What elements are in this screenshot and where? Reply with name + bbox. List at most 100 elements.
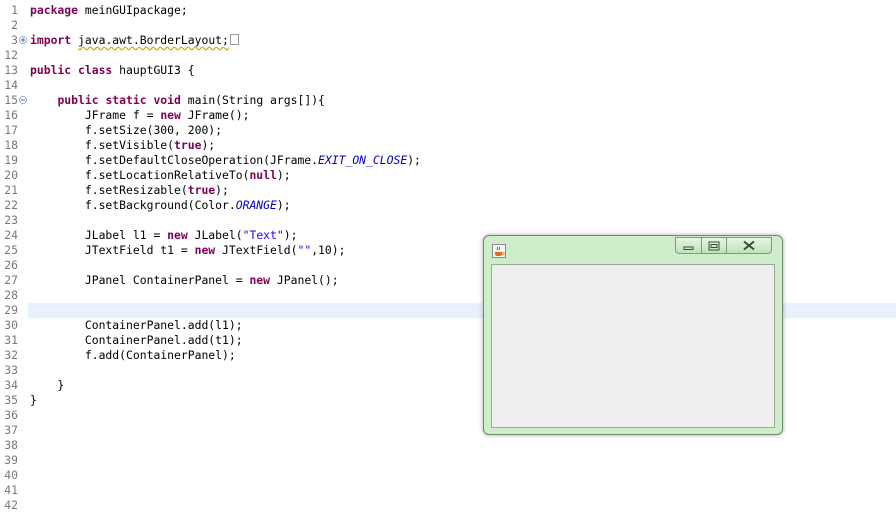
fold-expand-icon[interactable] (19, 36, 27, 44)
static-field-token: ORANGE (235, 198, 277, 212)
line-number: 39 (4, 453, 18, 467)
code-line[interactable]: 13 public class hauptGUI3 { (0, 63, 896, 78)
code-line[interactable]: 15 public static void main(String args[]… (0, 93, 896, 108)
line-number: 15 (4, 93, 18, 107)
code-text: JFrame f = new JFrame(); (30, 108, 250, 123)
code-line[interactable]: 17 f.setSize(300, 200); (0, 123, 896, 138)
keyword-token: new (194, 243, 216, 257)
code-line[interactable]: 16 JFrame f = new JFrame(); (0, 108, 896, 123)
line-number: 40 (4, 468, 18, 482)
close-button[interactable] (727, 237, 772, 254)
code-text: package meinGUIpackage; (30, 3, 188, 18)
line-number: 13 (4, 63, 18, 77)
code-line[interactable]: 14 (0, 78, 896, 93)
line-number: 28 (4, 288, 18, 302)
fold-collapse-icon[interactable] (19, 96, 27, 104)
keyword-token: true (174, 138, 202, 152)
code-line[interactable]: 41 (0, 483, 896, 498)
code-token: JTextField( (215, 243, 298, 257)
keyword-token: true (187, 183, 216, 197)
line-number: 17 (4, 123, 18, 137)
code-text: } (30, 378, 64, 393)
code-line[interactable]: 19 f.setDefaultCloseOperation(JFrame.EXI… (0, 153, 896, 168)
code-token: args (270, 93, 298, 107)
code-text: ContainerPanel.add(l1); (30, 318, 243, 333)
line-number: 29 (4, 303, 18, 317)
java-frame-window[interactable] (483, 235, 783, 435)
line-number: 2 (11, 18, 18, 32)
line-number: 25 (4, 243, 18, 257)
code-token: = (139, 108, 161, 122)
code-line[interactable]: 21 f.setResizable(true); (0, 183, 896, 198)
code-token: ,10); (311, 243, 346, 257)
code-line[interactable]: 40 (0, 468, 896, 483)
code-line[interactable]: 3 import java.awt.BorderLayout; (0, 33, 896, 48)
line-number: 23 (4, 213, 18, 227)
code-token: f.setBackground(Color. (30, 198, 236, 212)
code-line[interactable]: 22 f.setBackground(Color.ORANGE); (0, 198, 896, 213)
code-token: ); (276, 198, 291, 212)
code-text: public static void main(String args[]){ (30, 93, 325, 108)
code-token: []){ (297, 93, 325, 107)
maximize-button[interactable] (702, 237, 727, 254)
line-number: 19 (4, 153, 18, 167)
static-field-token: EXIT_ON_CLOSE (318, 153, 408, 167)
line-number: 27 (4, 273, 18, 287)
line-number: 38 (4, 438, 18, 452)
code-line[interactable]: 20 f.setLocationRelativeTo(null); (0, 168, 896, 183)
code-token: ContainerPanel.add(l1); (30, 318, 243, 332)
code-text: f.setVisible(true); (30, 138, 215, 153)
line-number: 31 (4, 333, 18, 347)
code-token: JLabel l1 = (30, 228, 168, 242)
code-line[interactable]: 12 (0, 48, 896, 63)
code-text: JPanel ContainerPanel = new JPanel(); (30, 273, 339, 288)
code-token: f (132, 108, 140, 122)
code-token: meinGUIpackage; (84, 3, 188, 17)
code-token: f.setResizable( (30, 183, 188, 197)
code-token: java.awt.BorderLayout; (78, 33, 229, 47)
code-line[interactable]: 38 (0, 438, 896, 453)
minimize-button[interactable] (675, 237, 702, 254)
code-token: ); (201, 138, 216, 152)
keyword-token: public class (30, 63, 113, 77)
code-line[interactable]: 2 (0, 18, 896, 33)
code-text: f.setBackground(Color.ORANGE); (30, 198, 291, 213)
code-line[interactable]: 18 f.setVisible(true); (0, 138, 896, 153)
keyword-token: new (249, 273, 271, 287)
line-number: 3 (11, 33, 18, 47)
code-token: f.setSize(300, 200); (30, 123, 223, 137)
line-number: 32 (4, 348, 18, 362)
keyword-token: public static void (57, 93, 181, 107)
code-token: } (30, 393, 37, 407)
string-token: "" (297, 243, 312, 257)
code-token: ); (283, 228, 298, 242)
code-token: JTextField t1 = (30, 243, 195, 257)
code-text: f.setDefaultCloseOperation(JFrame.EXIT_O… (30, 153, 421, 168)
code-token: ); (215, 183, 229, 197)
code-text: } (30, 393, 37, 408)
code-text: JTextField t1 = new JTextField("",10); (30, 243, 346, 258)
keyword-token: package (30, 3, 79, 17)
code-line[interactable]: 42 (0, 498, 896, 513)
line-number: 14 (4, 78, 18, 92)
code-token: f.setLocationRelativeTo( (30, 168, 250, 182)
line-number: 36 (4, 408, 18, 422)
code-line[interactable]: 39 (0, 453, 896, 468)
code-text: public class hauptGUI3 { (30, 63, 195, 78)
code-token: f.add(ContainerPanel); (30, 348, 236, 362)
code-token: JFrame (30, 108, 133, 122)
line-number: 41 (4, 483, 18, 497)
code-line[interactable]: 23 (0, 213, 896, 228)
java-cup-icon[interactable] (492, 243, 506, 258)
code-token: ); (276, 168, 291, 182)
code-token: JPanel(); (270, 273, 339, 287)
line-number: 24 (4, 228, 18, 242)
code-token: JFrame(); (180, 108, 250, 122)
line-number: 42 (4, 498, 18, 512)
collapsed-imports-marker[interactable] (229, 34, 239, 45)
code-text: f.setSize(300, 200); (30, 123, 222, 138)
frame-content-pane[interactable] (491, 264, 775, 428)
code-line[interactable]: 1 package meinGUIpackage; (0, 3, 896, 18)
code-token: f.setDefaultCloseOperation(JFrame. (30, 153, 319, 167)
